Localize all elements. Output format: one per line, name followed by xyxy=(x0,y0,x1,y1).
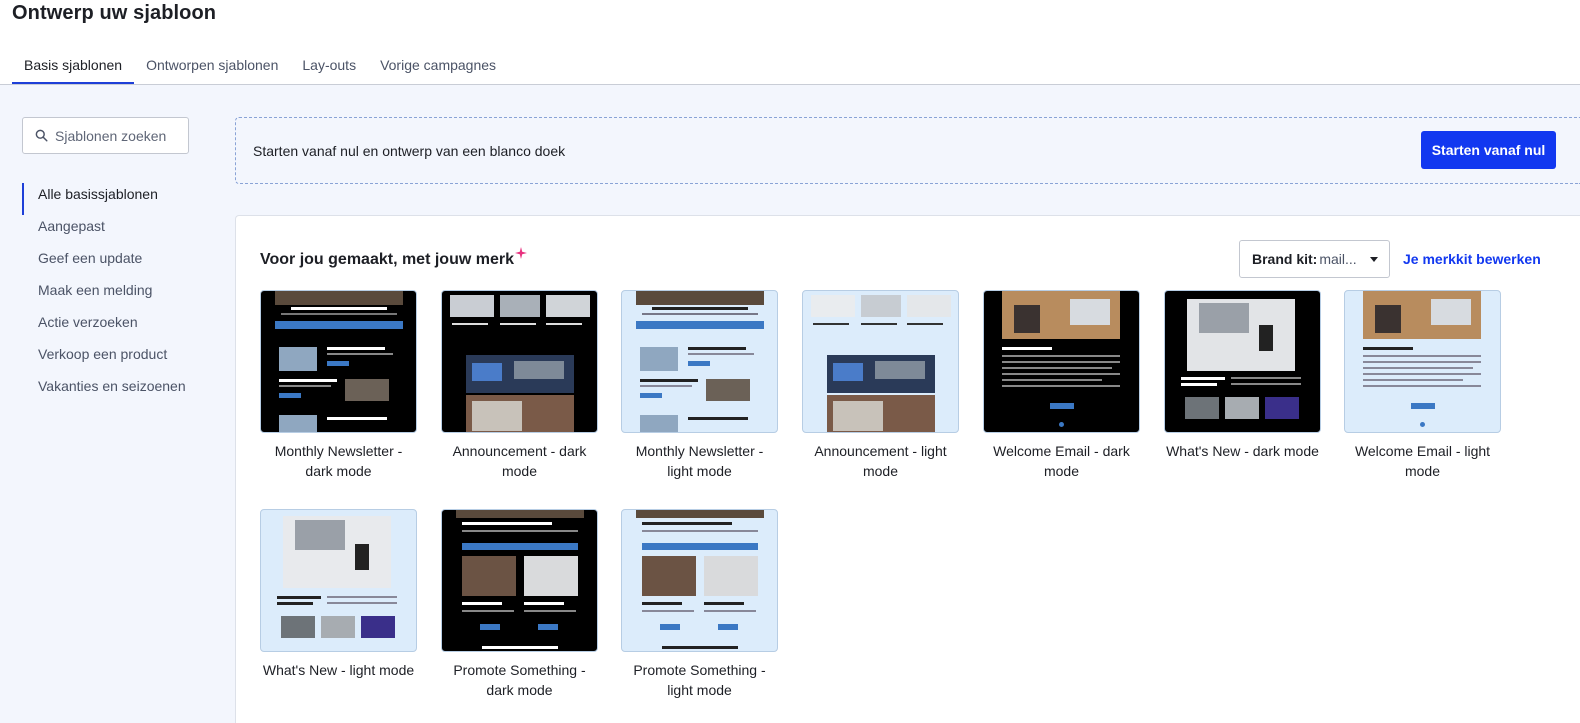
template-thumbnail xyxy=(1164,290,1321,433)
template-name: Promote Something - dark mode xyxy=(453,662,586,698)
template-card[interactable]: Promote Something - dark mode xyxy=(441,509,598,700)
edit-brand-kit-link[interactable]: Je merkkit bewerken xyxy=(1403,251,1541,267)
template-name: Monthly Newsletter - light mode xyxy=(635,443,764,479)
tab-lay-outs[interactable]: Lay-outs xyxy=(290,56,368,84)
brand-kit-value: mail... xyxy=(1319,251,1357,267)
search-icon xyxy=(35,129,48,142)
template-name: What's New - dark mode xyxy=(1166,443,1319,459)
chevron-down-icon xyxy=(1370,257,1378,262)
template-thumbnail xyxy=(983,290,1140,433)
template-thumbnail xyxy=(802,290,959,433)
blank-canvas-banner: Starten vanaf nul en ontwerp van een bla… xyxy=(235,117,1580,184)
template-card[interactable]: Announcement - light mode xyxy=(802,290,959,481)
tab-vorige-campagnes[interactable]: Vorige campagnes xyxy=(368,56,508,84)
sparkle-icon xyxy=(515,247,527,259)
category-aangepast[interactable]: Aangepast xyxy=(22,215,222,247)
template-name: Announcement - dark mode xyxy=(452,443,587,479)
template-thumbnail xyxy=(621,290,778,433)
template-card[interactable]: Promote Something - light mode xyxy=(621,509,778,700)
page-title: Ontwerp uw sjabloon xyxy=(12,2,217,24)
tab-basis-sjablonen[interactable]: Basis sjablonen xyxy=(12,56,135,84)
template-thumbnail xyxy=(441,509,598,652)
template-thumbnail xyxy=(1344,290,1501,433)
start-from-scratch-button[interactable]: Starten vanaf nul xyxy=(1421,131,1556,169)
template-name: Welcome Email - light mode xyxy=(1354,443,1491,479)
category-maak-een-melding[interactable]: Maak een melding xyxy=(22,279,222,311)
template-thumbnail xyxy=(441,290,598,433)
brand-kit-label: Brand kit: xyxy=(1252,251,1318,267)
template-card[interactable]: Monthly Newsletter - dark mode xyxy=(260,290,417,481)
template-card[interactable]: Welcome Email - dark mode xyxy=(983,290,1140,481)
template-name: Promote Something - light mode xyxy=(633,662,766,698)
blank-canvas-text: Starten vanaf nul en ontwerp van een bla… xyxy=(253,142,566,159)
template-name: Welcome Email - dark mode xyxy=(993,443,1130,479)
category-verkoop-een-product[interactable]: Verkoop een product xyxy=(22,343,222,375)
brand-templates-panel: Voor jou gemaakt, met jouw merk Brand ki… xyxy=(235,215,1580,723)
template-name: What's New - light mode xyxy=(262,662,415,678)
template-card[interactable]: Welcome Email - light mode xyxy=(1344,290,1501,481)
template-name: Announcement - light mode xyxy=(814,443,947,479)
category-actie-verzoeken[interactable]: Actie verzoeken xyxy=(22,311,222,343)
template-thumbnail xyxy=(621,509,778,652)
search-input[interactable] xyxy=(55,127,185,144)
tab-ontworpen-sjablonen[interactable]: Ontworpen sjablonen xyxy=(134,56,290,84)
content-area: Alle basissjablonen Aangepast Geef een u… xyxy=(0,85,1580,723)
template-card[interactable]: What's New - light mode xyxy=(260,509,417,680)
template-name: Monthly Newsletter - dark mode xyxy=(274,443,403,479)
category-list: Alle basissjablonen Aangepast Geef een u… xyxy=(22,183,222,407)
category-geef-een-update[interactable]: Geef een update xyxy=(22,247,222,279)
brand-kit-select[interactable]: Brand kit: mail... xyxy=(1239,240,1390,278)
category-alle-basissjablonen[interactable]: Alle basissjablonen xyxy=(22,183,222,215)
panel-title: Voor jou gemaakt, met jouw merk xyxy=(260,251,514,268)
search-field[interactable] xyxy=(22,117,189,154)
template-card[interactable]: Announcement - dark mode xyxy=(441,290,598,481)
template-card[interactable]: What's New - dark mode xyxy=(1164,290,1321,461)
template-card[interactable]: Monthly Newsletter - light mode xyxy=(621,290,778,481)
header: Ontwerp uw sjabloon Basis sjablonen Ontw… xyxy=(0,0,1580,85)
template-thumbnail xyxy=(260,509,417,652)
category-vakanties-en-seizoenen[interactable]: Vakanties en seizoenen xyxy=(22,375,222,407)
tab-bar: Basis sjablonen Ontworpen sjablonen Lay-… xyxy=(12,56,508,84)
template-thumbnail xyxy=(260,290,417,433)
